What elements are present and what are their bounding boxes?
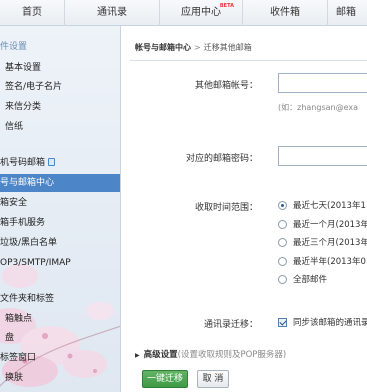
breadcrumb-parent[interactable]: 帐号与邮箱中心 bbox=[135, 43, 191, 52]
sidebar-item-stationery[interactable]: 信纸 bbox=[0, 118, 120, 136]
checkbox-label: 同步该邮箱的通讯录 bbox=[293, 318, 367, 328]
mobile-icon bbox=[48, 158, 56, 166]
time-option-3months[interactable]: 最近三个月(2013年 bbox=[278, 235, 367, 249]
sidebar-item-label: 签名/电子名片 bbox=[5, 82, 63, 92]
advanced-description: (设置收取规则及POP服务器) bbox=[177, 350, 287, 360]
sidebar-item-label: 来信分类 bbox=[5, 102, 42, 112]
radio-label: 最近一个月(2013年 bbox=[293, 220, 367, 230]
tab-label: 应用中心 bbox=[181, 7, 221, 18]
sidebar-item-label: 垃圾/黑白名单 bbox=[0, 238, 58, 248]
tab-label: 邮箱 bbox=[336, 7, 356, 18]
password-input[interactable] bbox=[278, 146, 367, 166]
radio-label: 最近半年(2013年0 bbox=[293, 257, 366, 267]
password-label: 对应的邮箱密码： bbox=[185, 154, 258, 164]
tab-app-center[interactable]: 应用中心 BETA bbox=[160, 0, 243, 26]
sidebar-item-tag-window[interactable]: 标签窗口 bbox=[0, 349, 120, 367]
sidebar-item-label: 信纸 bbox=[5, 122, 24, 132]
sidebar-item-label: 号与邮箱中心 bbox=[0, 178, 55, 188]
sidebar-item-pop3-smtp-imap[interactable]: OP3/SMTP/IMAP bbox=[0, 254, 120, 272]
expand-arrow-icon: ▶ bbox=[135, 352, 140, 359]
sidebar-item-signature[interactable]: 签名/电子名片 bbox=[0, 78, 120, 96]
divider bbox=[130, 60, 367, 61]
time-option-all[interactable]: 全部邮件 bbox=[278, 272, 327, 286]
radio-button[interactable] bbox=[278, 200, 287, 210]
sidebar-item-folders-tags[interactable]: 文件夹和标签 bbox=[0, 290, 120, 308]
other-account-input[interactable] bbox=[278, 73, 367, 93]
sidebar-section-mail-settings: 件设置 bbox=[0, 38, 120, 56]
sidebar-item-label: 箱手机服务 bbox=[0, 218, 46, 228]
sidebar-item-label: 标签窗口 bbox=[0, 353, 37, 363]
tab-label: 通讯录 bbox=[97, 7, 127, 18]
breadcrumb-current: 迁移其他邮箱 bbox=[203, 43, 252, 52]
advanced-title: 高级设置 bbox=[143, 350, 178, 360]
beta-badge: BETA bbox=[219, 3, 234, 9]
contacts-migration-label: 通讯录迁移： bbox=[203, 320, 258, 330]
sidebar-item-skin[interactable]: 换肤 bbox=[0, 369, 120, 387]
top-nav: 首页 通讯录 应用中心 BETA 收件箱 邮箱 bbox=[0, 0, 367, 26]
sidebar-item-mobile-mailbox[interactable]: 机号码邮箱 bbox=[0, 154, 120, 172]
time-option-1month[interactable]: 最近一个月(2013年 bbox=[278, 217, 367, 231]
sidebar-item-spam-lists[interactable]: 垃圾/黑白名单 bbox=[0, 234, 120, 252]
radio-label: 全部邮件 bbox=[293, 275, 328, 285]
sidebar-item-label: OP3/SMTP/IMAP bbox=[0, 258, 71, 268]
sidebar-item-label: 基本设置 bbox=[5, 63, 42, 73]
settings-sidebar: 件设置 基本设置 签名/电子名片 来信分类 信纸 机号码邮箱 号与邮箱中心 箱安… bbox=[0, 26, 121, 392]
other-account-label: 其他邮箱帐号： bbox=[194, 81, 258, 91]
sidebar-item-account-center[interactable]: 号与邮箱中心 bbox=[0, 174, 120, 192]
breadcrumb-separator: > bbox=[194, 43, 201, 52]
tab-contacts[interactable]: 通讯录 bbox=[65, 0, 160, 26]
contacts-sync-checkbox[interactable] bbox=[278, 317, 287, 327]
contacts-sync-option[interactable]: 同步该邮箱的通讯录 bbox=[278, 315, 367, 329]
sidebar-item-mobile-service[interactable]: 箱手机服务 bbox=[0, 214, 120, 232]
main-panel: 帐号与邮箱中心 > 迁移其他邮箱 其他邮箱帐号： (如：zhangsan@exa 对… bbox=[122, 26, 367, 392]
radio-label: 最近七天(2013年1 bbox=[293, 201, 366, 211]
sidebar-item-label: 箱触点 bbox=[5, 314, 33, 324]
section-label: 件设置 bbox=[0, 42, 28, 52]
time-option-7days[interactable]: 最近七天(2013年1 bbox=[278, 198, 366, 212]
radio-label: 最近三个月(2013年 bbox=[293, 238, 367, 248]
sidebar-item-drive[interactable]: 盘 bbox=[0, 329, 120, 347]
radio-button[interactable] bbox=[278, 274, 287, 284]
advanced-settings-toggle[interactable]: ▶ 高级设置(设置收取规则及POP服务器) bbox=[135, 348, 286, 360]
time-range-label: 收取时间范围： bbox=[194, 203, 258, 213]
sidebar-item-label: 机号码邮箱 bbox=[0, 158, 46, 168]
sidebar-item-touchpoints[interactable]: 箱触点 bbox=[0, 310, 120, 328]
breadcrumb: 帐号与邮箱中心 > 迁移其他邮箱 bbox=[135, 42, 252, 53]
sidebar-item-security[interactable]: 箱安全 bbox=[0, 194, 120, 212]
sidebar-item-basic-settings[interactable]: 基本设置 bbox=[0, 59, 120, 77]
radio-button[interactable] bbox=[278, 237, 287, 247]
cancel-button[interactable]: 取 消 bbox=[197, 370, 229, 388]
tab-inbox[interactable]: 收件箱 bbox=[243, 0, 328, 26]
radio-button[interactable] bbox=[278, 256, 287, 266]
one-click-migrate-button[interactable]: 一键迁移 bbox=[142, 370, 188, 388]
sidebar-item-label: 文件夹和标签 bbox=[0, 294, 55, 304]
sidebar-item-label: 换肤 bbox=[5, 373, 24, 383]
other-account-hint: (如：zhangsan@exa bbox=[278, 103, 358, 112]
sidebar-item-label: 盘 bbox=[5, 333, 15, 343]
tab-mailbox[interactable]: 邮箱 bbox=[328, 0, 367, 26]
sidebar-item-label: 箱安全 bbox=[0, 198, 28, 208]
radio-button[interactable] bbox=[278, 219, 287, 229]
tab-home[interactable]: 首页 bbox=[0, 0, 65, 26]
tab-label: 收件箱 bbox=[270, 7, 300, 18]
tab-label: 首页 bbox=[22, 7, 42, 18]
time-option-6months[interactable]: 最近半年(2013年0 bbox=[278, 254, 366, 268]
sidebar-item-mail-rules[interactable]: 来信分类 bbox=[0, 98, 120, 116]
